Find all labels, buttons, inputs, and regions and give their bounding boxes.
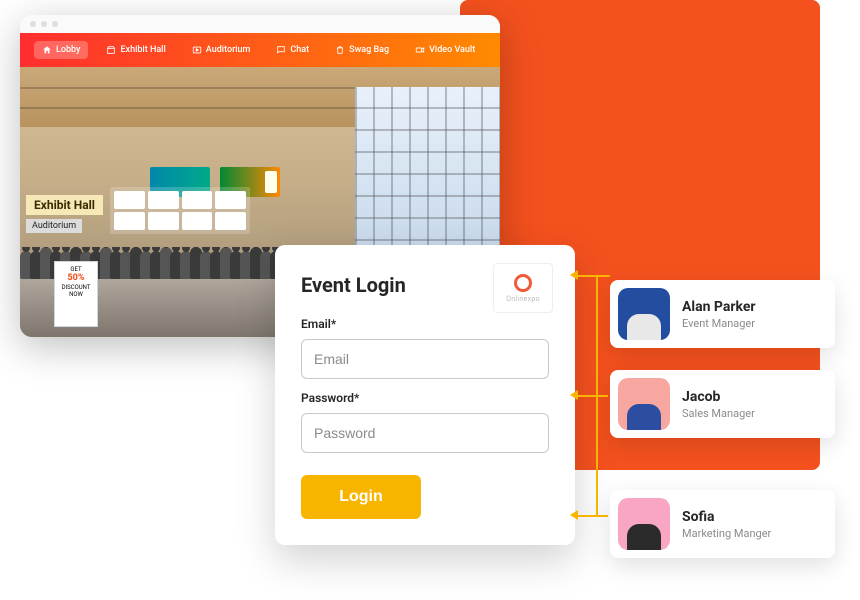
connector-line: [575, 275, 596, 277]
connector-arrow-icon: [570, 510, 578, 520]
nav-label: Chat: [290, 45, 309, 55]
sponsor-logo: [182, 191, 213, 209]
chat-icon: [276, 45, 286, 55]
employee-card: Sofia Marketing Manger: [610, 490, 835, 558]
connector-arrow-icon: [570, 270, 578, 280]
window-titlebar: [20, 15, 500, 33]
nav-swag-bag[interactable]: Swag Bag: [327, 41, 397, 59]
sponsor-logo: [148, 212, 179, 230]
brand-logo: Onlinexpo: [493, 263, 553, 313]
employee-name: Jacob: [682, 389, 755, 405]
discount-poster: GET 50% DISCOUNT NOW: [54, 261, 98, 327]
poster-line: GET: [57, 266, 95, 273]
connector-arrow-icon: [570, 390, 578, 400]
auditorium-sign: Auditorium: [26, 219, 82, 233]
avatar: [618, 288, 670, 340]
nav-exhibit-hall[interactable]: Exhibit Hall: [98, 41, 173, 59]
connector-line: [575, 515, 608, 517]
sponsor-logo: [182, 212, 213, 230]
password-field[interactable]: [301, 413, 549, 453]
window-dot: [52, 21, 58, 27]
nav-label: Video Vault: [429, 45, 475, 55]
employee-role: Event Manager: [682, 317, 756, 330]
poster-line: DISCOUNT: [57, 284, 95, 291]
sponsor-logo: [114, 191, 145, 209]
nav-label: Exhibit Hall: [120, 45, 165, 55]
window-dot: [41, 21, 47, 27]
nav-label: Auditorium: [206, 45, 251, 55]
poster-percent: 50%: [57, 273, 95, 284]
employee-role: Marketing Manger: [682, 527, 771, 540]
employee-card: Alan Parker Event Manager: [610, 280, 835, 348]
play-icon: [192, 45, 202, 55]
employee-name: Alan Parker: [682, 299, 756, 315]
connector-line: [596, 275, 610, 277]
nav-video-vault[interactable]: Video Vault: [407, 41, 483, 59]
avatar: [618, 378, 670, 430]
sponsor-board: [110, 187, 250, 234]
email-label: Email*: [301, 317, 549, 331]
email-field[interactable]: [301, 339, 549, 379]
nav-label: Swag Bag: [349, 45, 389, 55]
sponsor-logo: [215, 212, 246, 230]
avatar: [618, 498, 670, 550]
password-label: Password*: [301, 391, 549, 405]
bag-icon: [335, 45, 345, 55]
brand-name: Onlinexpo: [506, 295, 540, 303]
nav-auditorium[interactable]: Auditorium: [184, 41, 259, 59]
sponsor-logo: [215, 191, 246, 209]
nav-lobby[interactable]: Lobby: [34, 41, 88, 59]
nav-chat[interactable]: Chat: [268, 41, 317, 59]
home-icon: [42, 45, 52, 55]
poster-line: NOW: [57, 291, 95, 298]
employee-card: Jacob Sales Manager: [610, 370, 835, 438]
store-icon: [106, 45, 116, 55]
connector-line: [575, 395, 608, 397]
login-button[interactable]: Login: [301, 475, 421, 519]
window-dot: [30, 21, 36, 27]
nav-label: Lobby: [56, 45, 80, 55]
invited-employees-heading: Invited Company Employees: [605, 200, 825, 247]
sponsor-logo: [114, 212, 145, 230]
sponsor-logo: [148, 191, 179, 209]
main-navbar: Lobby Exhibit Hall Auditorium Chat Swag …: [20, 33, 500, 67]
employee-name: Sofia: [682, 509, 771, 525]
employee-role: Sales Manager: [682, 407, 755, 420]
video-icon: [415, 45, 425, 55]
brand-ring-icon: [514, 274, 532, 292]
exhibit-hall-sign: Exhibit Hall: [26, 195, 103, 215]
event-login-card: Onlinexpo Event Login Email* Password* L…: [275, 245, 575, 545]
